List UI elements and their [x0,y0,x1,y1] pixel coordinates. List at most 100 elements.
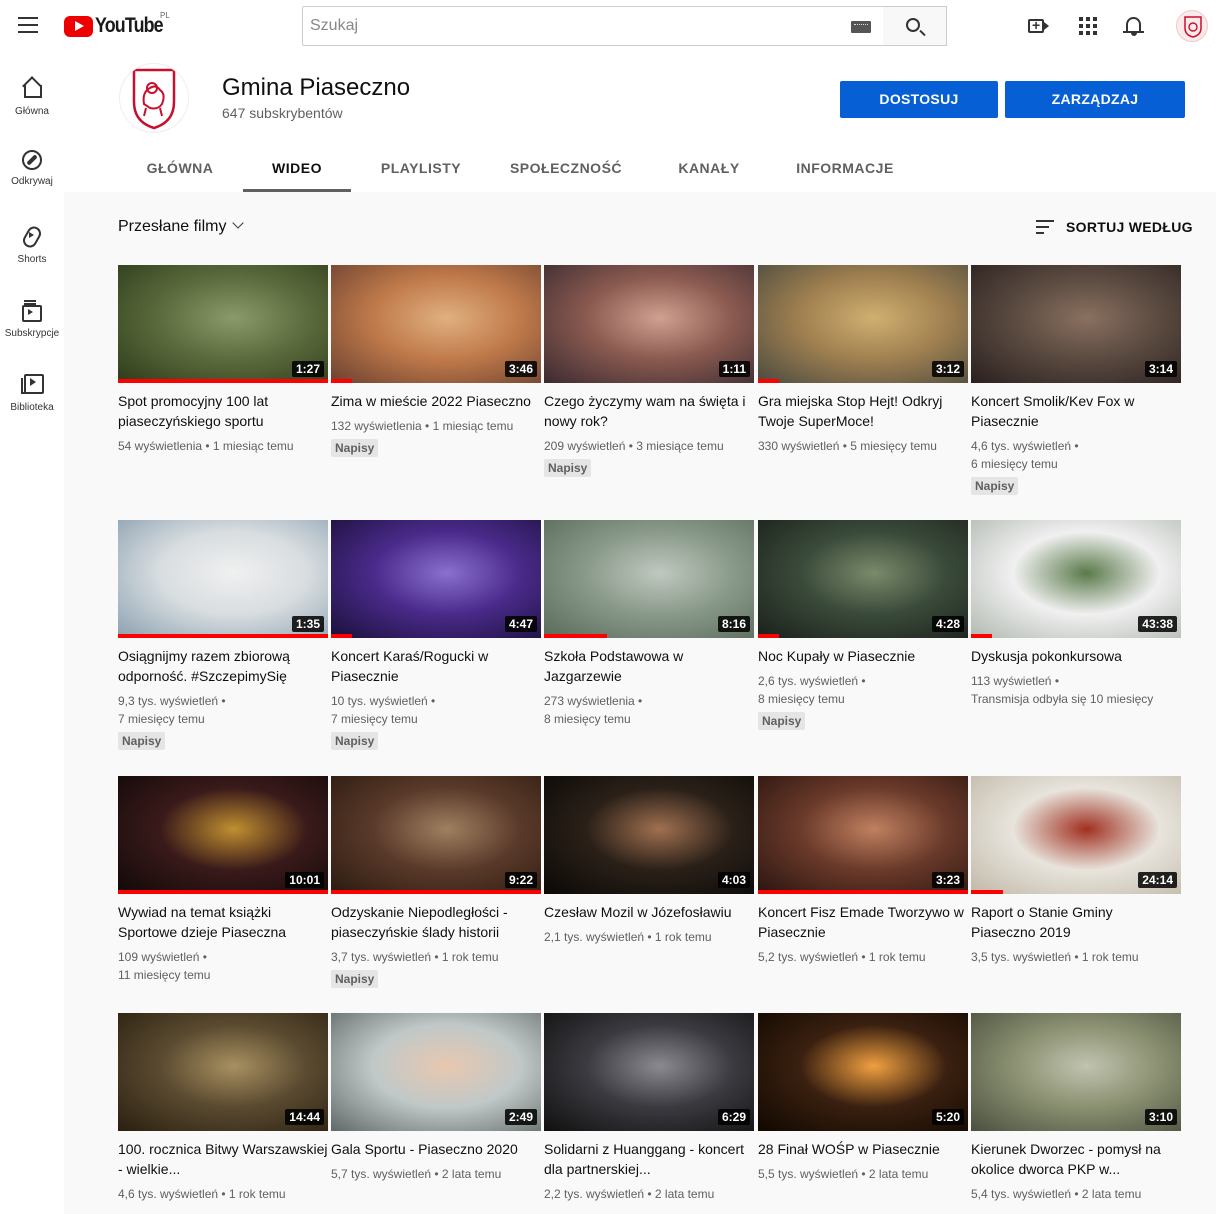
video-duration: 5:20 [931,1109,964,1125]
video-thumbnail[interactable]: 5:20 [758,1013,968,1131]
video-thumbnail[interactable]: 3:12 [758,265,968,383]
video-title[interactable]: Osiągnijmy razem zbiorową odporność. #Sz… [118,646,328,686]
video-thumbnail[interactable]: 14:44 [118,1013,328,1131]
manage-videos-button[interactable]: ZARZĄDZAJ FILMAMI [1005,81,1185,144]
video-card[interactable]: 4:47 Koncert Karaś/Rogucki w Piasecznie 10… [331,520,541,750]
tab-channels[interactable]: KANAŁY [664,150,754,192]
video-thumbnail[interactable]: 3:10 [971,1013,1181,1131]
sidebar-item-label: Odkrywaj [11,176,53,187]
video-thumbnail[interactable]: 6:29 [544,1013,754,1131]
video-card[interactable]: 4:28 Noc Kupały w Piasecznie 2,6 tys. wyśw… [758,520,968,730]
video-thumbnail[interactable]: 4:47 [331,520,541,638]
keyboard-icon[interactable] [851,21,871,33]
video-card[interactable]: 43:38 Dyskusja pokonkursowa 113 wyświetleń… [971,520,1181,708]
watch-progress-bar [118,634,328,638]
sidebar-item-library[interactable]: Biblioteka [0,372,64,442]
video-card[interactable]: 1:11 Czego życzymy wam na święta i nowy r… [544,265,754,477]
video-thumbnail[interactable]: 3:14 [971,265,1181,383]
chevron-down-icon [232,217,245,229]
video-title[interactable]: Szkoła Podstawowa w Jazgarzewie [544,646,754,686]
subscriber-count: 647 subskrybentów [222,105,343,121]
video-card[interactable]: 1:27 Spot promocyjny 100 lat piaseczyński… [118,265,328,455]
search-input[interactable] [303,7,823,45]
sidebar-item-home[interactable]: Główna [0,76,64,146]
video-thumbnail[interactable]: 1:27 [118,265,328,383]
video-thumbnail[interactable]: 1:35 [118,520,328,638]
menu-icon[interactable] [18,17,38,33]
video-card[interactable]: 2:49 Gala Sportu - Piaseczno 2020 5,7 tys.… [331,1013,541,1183]
sidebar-item-shorts[interactable]: Shorts [0,224,64,294]
video-thumbnail[interactable]: 10:01 [118,776,328,894]
tab-playlists[interactable]: PLAYLISTY [366,150,476,192]
video-thumbnail[interactable]: 9:22 [331,776,541,894]
video-card[interactable]: 8:16 Szkoła Podstawowa w Jazgarzewie 273 w… [544,520,754,728]
video-thumbnail[interactable]: 2:49 [331,1013,541,1131]
video-title[interactable]: Koncert Karaś/Rogucki w Piasecznie [331,646,541,686]
video-views-age: 5,4 tys. wyświetleń • 2 lata temu [971,1187,1142,1201]
video-thumbnail[interactable]: 8:16 [544,520,754,638]
video-card[interactable]: 4:03 Czesław Mozil w Józefosławiu 2,1 tys.… [544,776,754,946]
video-title[interactable]: Czego życzymy wam na święta i nowy rok? [544,391,754,431]
youtube-play-icon [64,15,93,37]
notifications-bell-icon[interactable] [1122,14,1146,38]
video-thumbnail[interactable]: 43:38 [971,520,1181,638]
video-card[interactable]: 3:10 Kierunek Dworzec - pomysł na okolice… [971,1013,1181,1203]
search-button[interactable] [883,6,947,46]
video-title[interactable]: Solidarni z Huanggang - koncert dla part… [544,1139,754,1179]
tab-community[interactable]: SPOŁECZNOŚĆ [498,150,634,192]
video-title[interactable]: 28 Finał WOŚP w Piasecznie [758,1139,968,1159]
video-title[interactable]: Dyskusja pokonkursowa [971,646,1181,666]
video-title[interactable]: Zima w mieście 2022 Piaseczno [331,391,541,411]
video-card[interactable]: 5:20 28 Finał WOŚP w Piasecznie 5,5 tys. w… [758,1013,968,1183]
sidebar-item-subscriptions[interactable]: Subskrypcje [0,298,64,368]
video-title[interactable]: Gala Sportu - Piaseczno 2020 [331,1139,541,1159]
video-card[interactable]: 3:23 Koncert Fisz Emade Tworzywo w Piasec… [758,776,968,966]
apps-icon[interactable] [1076,14,1100,38]
video-title[interactable]: Spot promocyjny 100 lat piaseczyńskiego … [118,391,328,431]
video-title[interactable]: Czesław Mozil w Józefosławiu [544,902,754,922]
video-metadata: 4,6 tys. wyświetleń • 6 miesięcy temu [971,437,1181,473]
video-card[interactable]: 3:14 Koncert Smolik/Kev Fox w Piasecznie 4… [971,265,1181,495]
video-card[interactable]: 6:29 Solidarni z Huanggang - koncert dla … [544,1013,754,1203]
tab-about[interactable]: INFORMACJE [780,150,910,192]
video-metadata: 2,1 tys. wyświetleń • 1 rok temu [544,928,754,946]
video-card[interactable]: 3:46 Zima w mieście 2022 Piaseczno 132 wyś… [331,265,541,457]
video-title[interactable]: Noc Kupały w Piasecznie [758,646,968,666]
channel-avatar[interactable] [120,64,188,132]
tab-home[interactable]: GŁÓWNA [128,150,232,192]
video-metadata: 3,7 tys. wyświetleń • 1 rok temu [331,948,541,966]
video-title[interactable]: Odzyskanie Niepodległości - piaseczyński… [331,902,541,942]
subscriptions-icon [20,298,44,322]
video-title[interactable]: 100. rocznica Bitwy Warszawskiej - wielk… [118,1139,328,1179]
customize-channel-button[interactable]: DOSTOSUJ KANAŁ [840,81,998,144]
video-card[interactable]: 24:14 Raport o Stanie Gminy Piaseczno 201… [971,776,1181,966]
video-thumbnail[interactable]: 4:28 [758,520,968,638]
captions-badge: Napisy [971,477,1019,495]
video-views-age: 3,7 tys. wyświetleń • 1 rok temu [331,950,499,964]
video-thumbnail[interactable]: 1:11 [544,265,754,383]
uploads-filter-dropdown[interactable]: Przesłane filmy [118,217,245,236]
sort-by-button[interactable]: SORTUJ WEDŁUG [1036,218,1193,235]
video-card[interactable]: 9:22 Odzyskanie Niepodległości - piaseczy… [331,776,541,988]
video-thumbnail[interactable]: 3:23 [758,776,968,894]
video-title[interactable]: Gra miejska Stop Hejt! Odkryj Twoje Supe… [758,391,968,431]
video-card[interactable]: 10:01 Wywiad na temat książki Sportowe dz… [118,776,328,984]
video-thumbnail[interactable]: 4:03 [544,776,754,894]
video-thumbnail[interactable]: 24:14 [971,776,1181,894]
youtube-logo[interactable]: YouTube PL [64,11,175,39]
video-card[interactable]: 1:35 Osiągnijmy razem zbiorową odporność.… [118,520,328,750]
video-views-age: 4,6 tys. wyświetleń • [971,439,1079,453]
video-thumbnail[interactable]: 3:46 [331,265,541,383]
video-title[interactable]: Koncert Fisz Emade Tworzywo w Piasecznie [758,902,968,942]
tab-videos[interactable]: WIDEO [243,150,351,192]
sidebar-item-explore[interactable]: Odkrywaj [0,150,64,220]
account-avatar[interactable] [1176,10,1208,42]
video-title[interactable]: Raport o Stanie Gminy Piaseczno 2019 [971,902,1181,942]
explore-icon [22,150,42,170]
create-video-icon[interactable] [1027,14,1051,38]
video-card[interactable]: 14:44 100. rocznica Bitwy Warszawskiej - … [118,1013,328,1203]
video-title[interactable]: Wywiad na temat książki Sportowe dzieje … [118,902,328,942]
video-title[interactable]: Kierunek Dworzec - pomysł na okolice dwo… [971,1139,1181,1179]
video-card[interactable]: 3:12 Gra miejska Stop Hejt! Odkryj Twoje … [758,265,968,455]
video-title[interactable]: Koncert Smolik/Kev Fox w Piasecznie [971,391,1181,431]
